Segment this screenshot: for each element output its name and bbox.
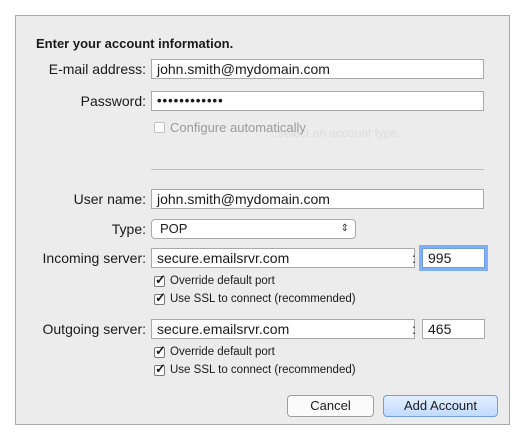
- configure-automatically-checkbox[interactable]: Configure automatically: [154, 120, 306, 135]
- incoming-use-ssl-label: Use SSL to connect (recommended): [170, 293, 356, 305]
- checkbox-checked-icon: [154, 343, 166, 359]
- outgoing-use-ssl-label: Use SSL to connect (recommended): [170, 364, 356, 376]
- type-select-value: POP: [160, 221, 188, 236]
- outgoing-server-label: Outgoing server:: [42, 321, 147, 337]
- email-field[interactable]: john.smith@mydomain.com: [151, 59, 484, 79]
- separator: [151, 169, 484, 170]
- add-account-button[interactable]: Add Account: [383, 395, 498, 417]
- configure-automatically-label: Configure automatically: [170, 120, 306, 135]
- outgoing-override-port-checkbox[interactable]: Override default port: [154, 343, 275, 359]
- incoming-override-port-checkbox[interactable]: Override default port: [154, 272, 275, 288]
- outgoing-port-field[interactable]: 465: [422, 319, 485, 339]
- username-field[interactable]: john.smith@mydomain.com: [151, 189, 484, 209]
- type-label: Type:: [111, 221, 146, 237]
- cancel-button[interactable]: Cancel: [287, 395, 374, 417]
- checkbox-checked-icon: [154, 272, 166, 288]
- outgoing-override-port-label: Override default port: [170, 346, 275, 358]
- checkbox-unchecked-icon: [154, 122, 165, 133]
- updown-arrows-icon: ⇕: [340, 223, 349, 234]
- outgoing-server-field[interactable]: secure.emailsrvr.com: [151, 319, 415, 339]
- incoming-server-label: Incoming server:: [42, 250, 146, 266]
- incoming-port-field[interactable]: 995: [422, 248, 485, 268]
- password-field[interactable]: ••••••••••••: [151, 91, 484, 111]
- checkbox-checked-icon: [154, 290, 166, 306]
- password-label: Password:: [80, 93, 146, 109]
- checkbox-checked-icon: [154, 361, 166, 377]
- incoming-server-field[interactable]: secure.emailsrvr.com: [151, 248, 415, 268]
- incoming-use-ssl-checkbox[interactable]: Use SSL to connect (recommended): [154, 290, 356, 306]
- username-label: User name:: [73, 191, 146, 207]
- type-select[interactable]: POP ⇕: [151, 219, 356, 239]
- email-label: E-mail address:: [48, 61, 146, 77]
- outgoing-port-colon: :: [412, 321, 416, 337]
- account-sheet: …select an account type. Enter your acco…: [15, 15, 510, 425]
- form-heading: Enter your account information.: [36, 36, 234, 51]
- outgoing-use-ssl-checkbox[interactable]: Use SSL to connect (recommended): [154, 361, 356, 377]
- incoming-port-colon: :: [412, 250, 416, 266]
- incoming-override-port-label: Override default port: [170, 275, 275, 287]
